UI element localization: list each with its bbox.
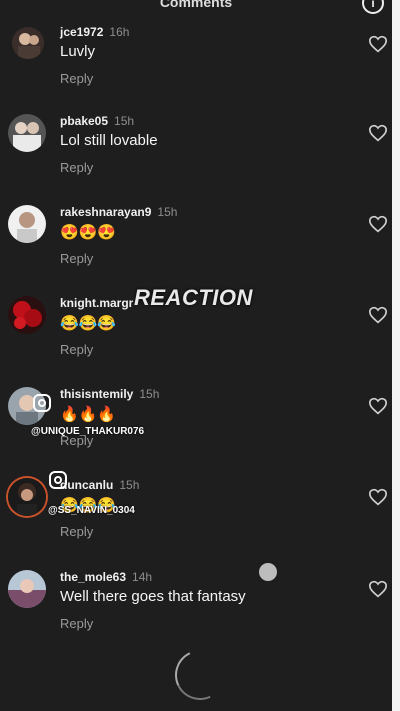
comment-username[interactable]: pbake05 — [60, 114, 108, 128]
comment-time: 15h — [139, 387, 160, 401]
heart-outline-icon[interactable] — [368, 580, 388, 598]
comments-header: Comments i — [0, 0, 392, 14]
loading-spinner-icon — [167, 642, 233, 708]
info-icon[interactable]: i — [362, 0, 384, 14]
avatar[interactable] — [8, 114, 46, 152]
comment-username[interactable]: rakeshnarayan9 — [60, 205, 151, 219]
reply-button[interactable]: Reply — [60, 524, 93, 539]
comment-username[interactable]: thisisntemily — [60, 387, 133, 401]
heart-outline-icon[interactable] — [368, 397, 388, 415]
comment-username[interactable]: knight.margr — [60, 296, 133, 310]
heart-outline-icon[interactable] — [368, 306, 388, 324]
avatar[interactable] — [12, 27, 44, 59]
reaction-overlay-text: REACTION — [134, 285, 253, 310]
avatar[interactable] — [8, 570, 46, 608]
comment-time: 15h — [114, 114, 135, 128]
heart-outline-icon[interactable] — [368, 124, 388, 142]
instagram-icon — [33, 394, 51, 412]
reply-button[interactable]: Reply — [60, 342, 93, 357]
comment-item: jce1972 16h Luvly Reply — [0, 25, 392, 105]
comment-username[interactable]: duncanlu — [60, 478, 113, 492]
heart-outline-icon[interactable] — [368, 35, 388, 53]
right-edge-bar — [392, 0, 400, 711]
comment-username[interactable]: the_mole63 — [60, 570, 126, 584]
reply-button[interactable]: Reply — [60, 71, 93, 86]
comment-time: 15h — [157, 205, 178, 219]
watermark-handle: @UNIQUE_THAKUR076 — [31, 426, 145, 437]
avatar[interactable] — [8, 205, 46, 243]
comment-text: Luvly — [60, 43, 96, 60]
avatar[interactable] — [8, 296, 46, 334]
comment-item: rakeshnarayan9 15h 😍😍😍 Reply — [0, 205, 392, 285]
comment-text: 🔥🔥🔥 — [60, 406, 117, 423]
comment-text: 😍😍😍 — [60, 224, 117, 241]
comment-item: pbake05 15h Lol still lovable Reply — [0, 114, 392, 194]
comment-text: 😂😂😂 — [60, 315, 117, 332]
reply-button[interactable]: Reply — [60, 616, 93, 631]
comment-item: duncanlu 15h 😂😂😂 Reply — [0, 478, 392, 558]
avatar[interactable] — [8, 478, 46, 516]
comment-time: 16h — [109, 25, 130, 39]
watermark-handle: @SS_NAVIN_0304 — [48, 505, 135, 516]
comment-time: 14h — [132, 570, 153, 584]
comment-text: Well there goes that fantasy — [60, 588, 246, 605]
comment-text: Lol still lovable — [60, 132, 158, 149]
instagram-icon — [49, 471, 67, 489]
comment-username[interactable]: jce1972 — [60, 25, 103, 39]
comment-time: 15h — [119, 478, 140, 492]
heart-outline-icon[interactable] — [368, 215, 388, 233]
reply-button[interactable]: Reply — [60, 160, 93, 175]
touch-indicator — [259, 563, 277, 581]
heart-outline-icon[interactable] — [368, 488, 388, 506]
comments-title: Comments — [159, 0, 233, 10]
comment-item: the_mole63 14h Well there goes that fanta… — [0, 570, 392, 650]
reply-button[interactable]: Reply — [60, 251, 93, 266]
